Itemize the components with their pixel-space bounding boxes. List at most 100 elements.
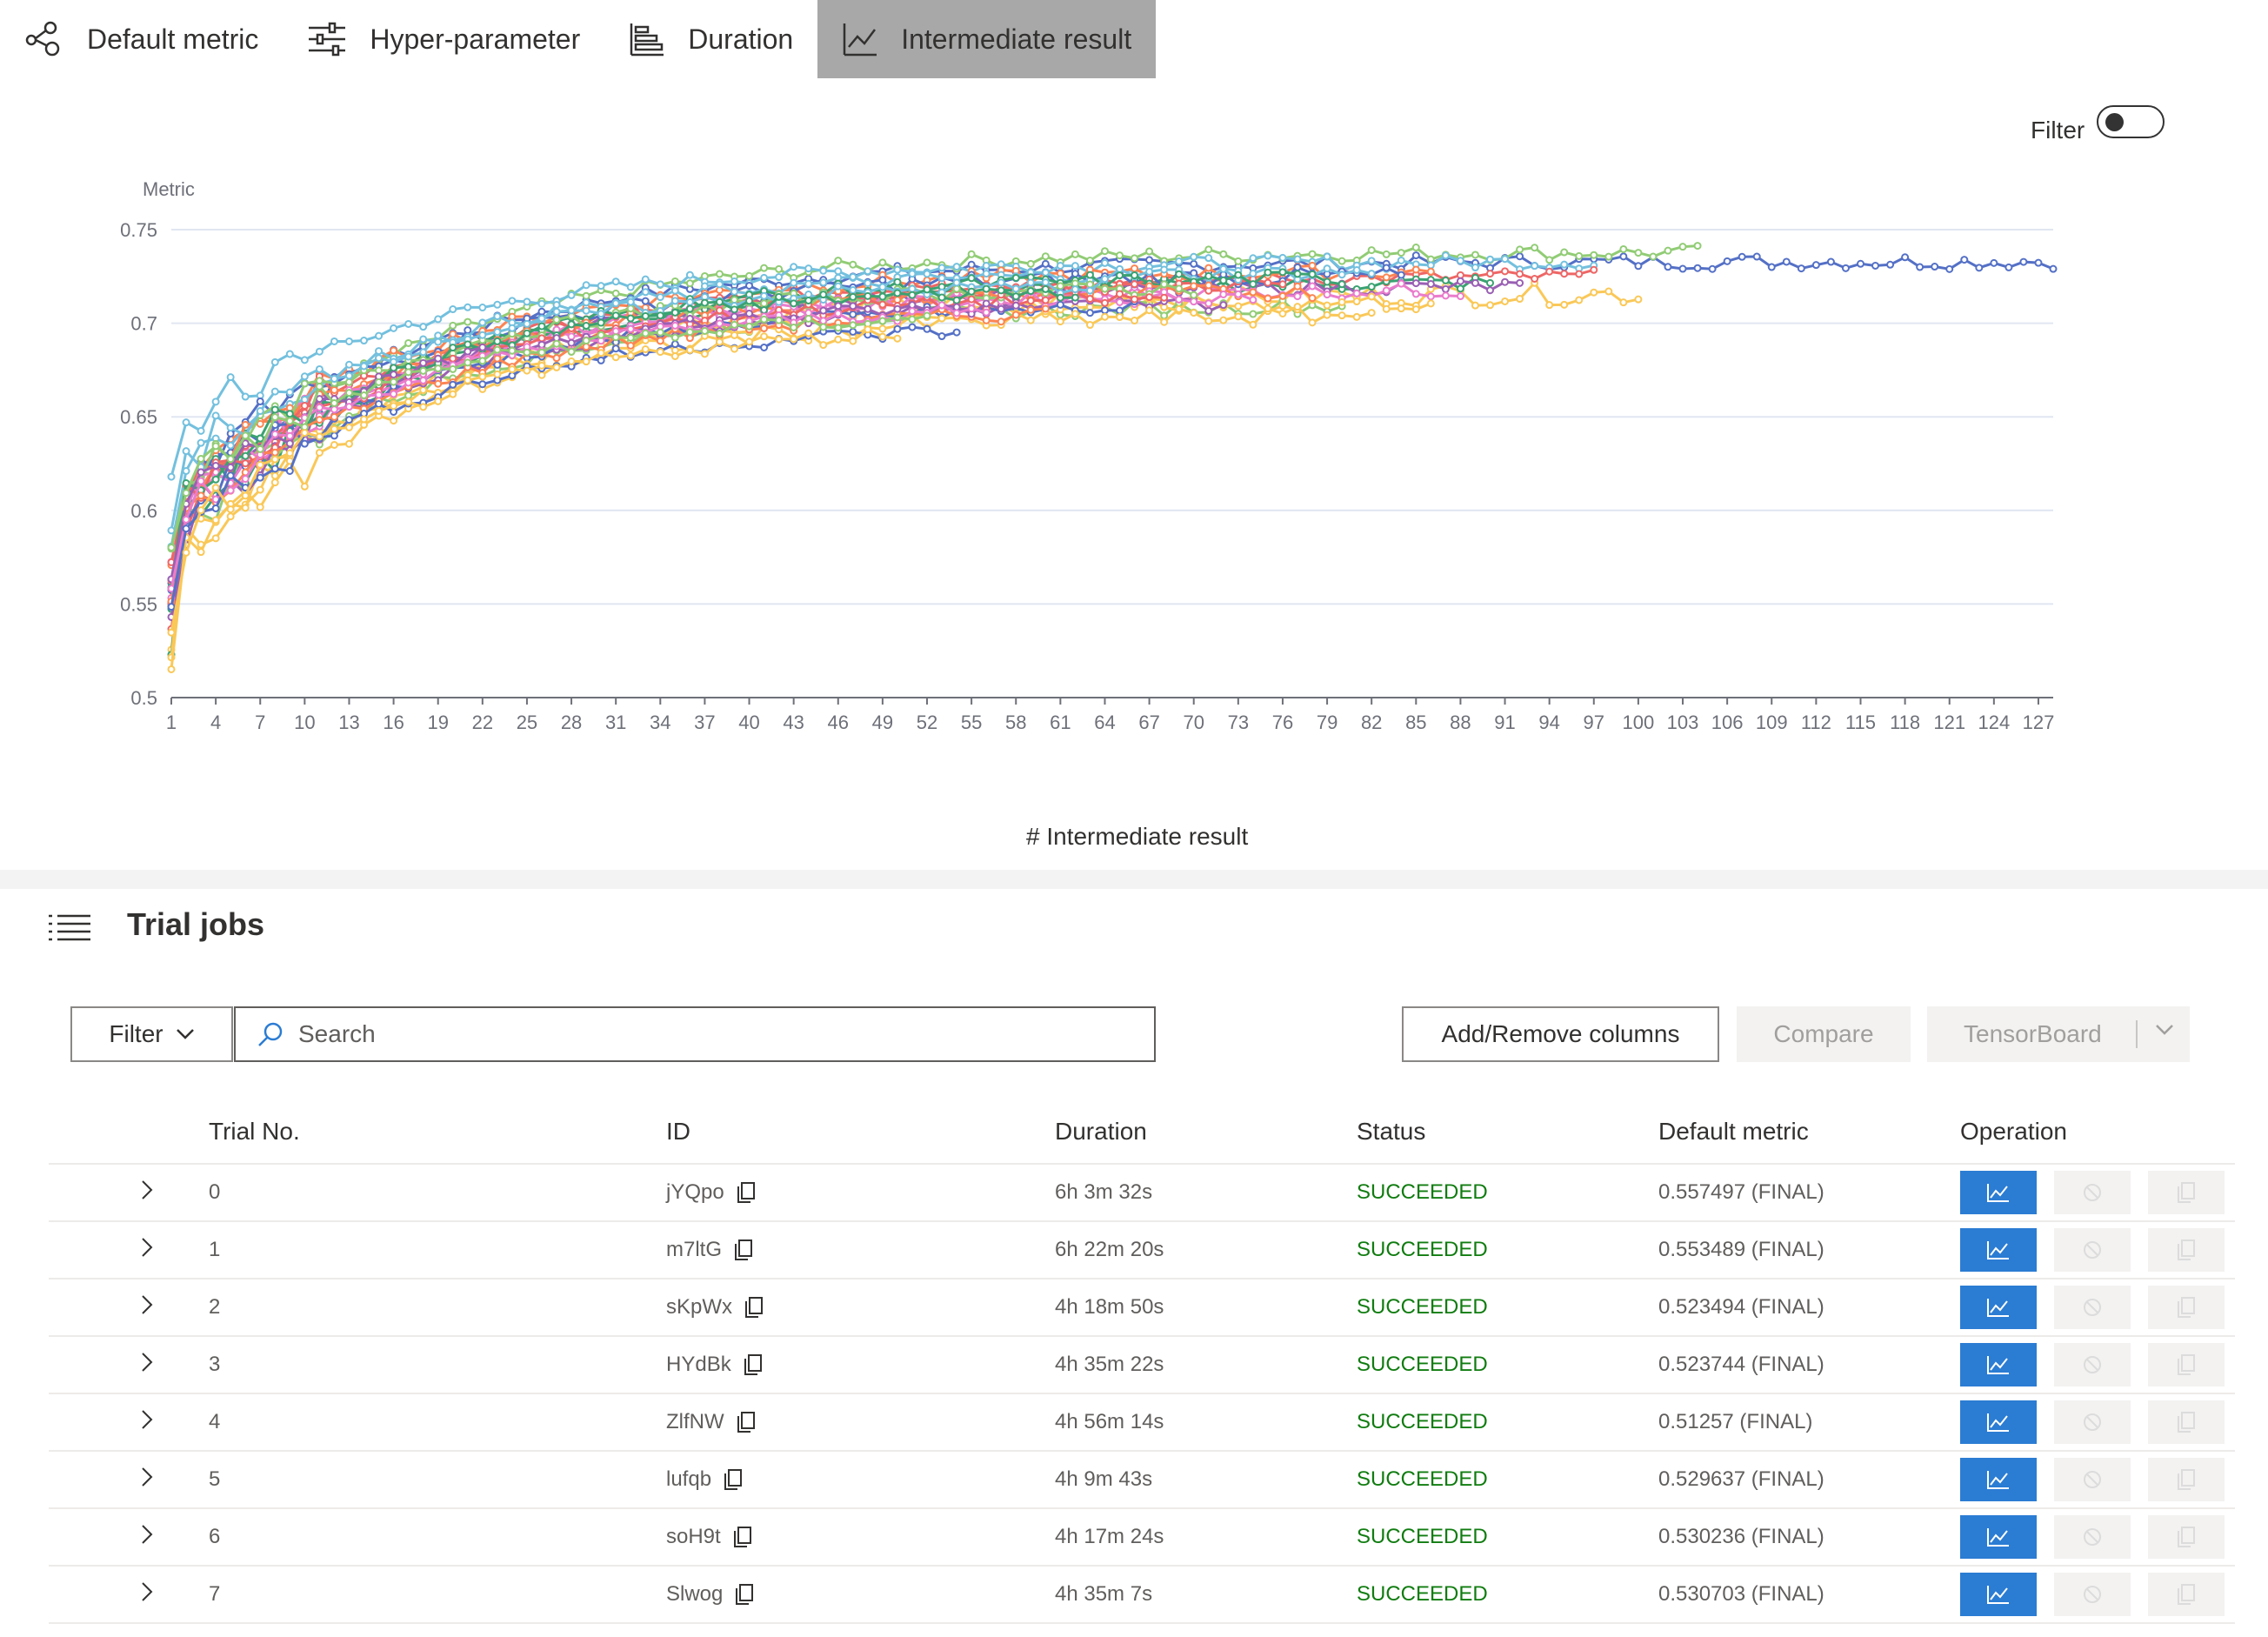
copy-trial-button[interactable] — [2148, 1573, 2225, 1616]
data-point — [1501, 267, 1510, 276]
view-trial-button[interactable] — [1960, 1400, 2037, 1444]
table-row[interactable]: 7 Slwog 4h 35m 7s SUCCEEDED 0.530703 (FINAL) — [49, 1566, 2235, 1624]
view-trial-button[interactable] — [1960, 1515, 2037, 1559]
copy-trial-button[interactable] — [2148, 1515, 2225, 1559]
copy-trial-button[interactable] — [2148, 1343, 2225, 1386]
data-point — [760, 273, 769, 282]
data-point — [1486, 286, 1495, 295]
expand-row-button[interactable] — [49, 1393, 209, 1452]
view-trial-button[interactable] — [1960, 1573, 2037, 1616]
kill-trial-button[interactable] — [2054, 1286, 2131, 1329]
expand-row-button[interactable] — [49, 1279, 209, 1337]
kill-trial-button[interactable] — [2054, 1171, 2131, 1214]
series-path — [170, 284, 1313, 581]
data-point — [864, 291, 872, 300]
compare-button[interactable]: Compare — [1737, 1006, 1911, 1062]
table-row[interactable]: 1 m7ltG 6h 22m 20s SUCCEEDED 0.553489 (FINAL… — [49, 1221, 2235, 1280]
expand-row-button[interactable] — [49, 1451, 209, 1509]
tab-duration[interactable]: Duration — [604, 0, 817, 78]
copy-icon[interactable] — [733, 1526, 752, 1548]
table-header-row: Trial No. ID Duration Status Default met… — [49, 1100, 2235, 1165]
status-cell: SUCCEEDED — [1357, 1451, 1658, 1509]
data-point — [344, 403, 353, 411]
data-point — [1975, 264, 1984, 272]
data-point — [1382, 250, 1391, 258]
tab-hyper-parameter[interactable]: Hyper-parameter — [283, 0, 604, 78]
copy-icon[interactable] — [744, 1353, 763, 1376]
table-row[interactable]: 4 ZlfNW 4h 56m 14s SUCCEEDED 0.51257 (FINAL) — [49, 1393, 2235, 1452]
data-point — [285, 431, 294, 440]
expand-row-button[interactable] — [49, 1508, 209, 1567]
data-point — [923, 270, 931, 278]
copy-icon[interactable] — [737, 1181, 756, 1204]
copy-icon[interactable] — [737, 1411, 756, 1433]
search-input[interactable]: Search — [234, 1006, 1156, 1062]
expand-row-button[interactable] — [49, 1221, 209, 1280]
expand-row-button[interactable] — [49, 1336, 209, 1394]
copy-icon[interactable] — [734, 1239, 753, 1261]
copy-icon[interactable] — [735, 1583, 754, 1606]
copy-trial-button[interactable] — [2148, 1458, 2225, 1501]
view-trial-button[interactable] — [1960, 1343, 2037, 1386]
data-point — [270, 430, 279, 438]
table-filter-button[interactable]: Filter — [70, 1006, 233, 1062]
data-point — [330, 412, 338, 421]
table-row[interactable]: 2 sKpWx 4h 18m 50s SUCCEEDED 0.523494 (FINAL… — [49, 1279, 2235, 1337]
x-tick-label: 109 — [1756, 712, 1788, 733]
data-point — [404, 338, 413, 347]
x-tick-label: 55 — [961, 712, 982, 733]
copy-trial-button[interactable] — [2148, 1171, 2225, 1214]
table-row[interactable]: 0 jYQpo 6h 3m 32s SUCCEEDED 0.557497 (FINAL) — [49, 1164, 2235, 1222]
add-remove-columns-button[interactable]: Add/Remove columns — [1402, 1006, 1719, 1062]
data-point — [344, 423, 353, 431]
kill-trial-button[interactable] — [2054, 1515, 2131, 1559]
data-point — [1352, 297, 1361, 306]
table-row[interactable]: 6 soH9t 4h 17m 24s SUCCEEDED 0.530236 (FINAL… — [49, 1508, 2235, 1567]
kill-trial-button[interactable] — [2054, 1573, 2131, 1616]
copy-icon[interactable] — [744, 1296, 764, 1319]
expand-row-button[interactable] — [49, 1566, 209, 1624]
copy-icon[interactable] — [724, 1468, 743, 1491]
table-row[interactable]: 5 lufqb 4h 9m 43s SUCCEEDED 0.529637 (FINAL) — [49, 1451, 2235, 1509]
kill-trial-button[interactable] — [2054, 1343, 2131, 1386]
trial-id-text: ZlfNW — [666, 1410, 724, 1433]
view-trial-button[interactable] — [1960, 1458, 2037, 1501]
data-point — [1634, 249, 1643, 257]
tab-label: Default metric — [87, 23, 259, 55]
chart-filter-toggle[interactable] — [2097, 105, 2165, 138]
column-header-duration[interactable]: Duration — [1055, 1100, 1357, 1165]
data-point — [256, 473, 264, 482]
data-point — [908, 323, 917, 331]
data-point — [1516, 295, 1524, 304]
data-point — [167, 628, 176, 637]
column-header-default-metric[interactable]: Default metric — [1658, 1100, 1960, 1165]
kill-trial-button[interactable] — [2054, 1400, 2131, 1444]
expand-row-button[interactable] — [49, 1164, 209, 1222]
data-point — [670, 277, 679, 285]
copy-trial-button[interactable] — [2148, 1286, 2225, 1329]
data-point — [952, 303, 961, 311]
view-trial-button[interactable] — [1960, 1286, 2037, 1329]
table-row[interactable]: 3 HYdBk 4h 35m 22s SUCCEEDED 0.523744 (FINAL… — [49, 1336, 2235, 1394]
data-point — [582, 281, 590, 290]
view-trial-button[interactable] — [1960, 1171, 2037, 1214]
data-point — [1234, 257, 1243, 265]
y-tick-label: 0.55 — [120, 593, 157, 615]
data-point — [1071, 250, 1079, 258]
data-point — [849, 272, 857, 281]
x-tick-label: 106 — [1711, 712, 1744, 733]
copy-trial-button[interactable] — [2148, 1228, 2225, 1272]
kill-trial-button[interactable] — [2054, 1458, 2131, 1501]
tab-default-metric[interactable]: Default metric — [0, 0, 283, 78]
column-header-status[interactable]: Status — [1357, 1100, 1658, 1165]
kill-trial-button[interactable] — [2054, 1228, 2131, 1272]
tab-intermediate-result[interactable]: Intermediate result — [817, 0, 1157, 78]
column-header-trial-no[interactable]: Trial No. — [209, 1100, 666, 1165]
x-tick-label: 124 — [1978, 712, 2010, 733]
data-point — [834, 267, 843, 276]
column-header-id[interactable]: ID — [666, 1100, 1055, 1165]
tensorboard-button[interactable]: TensorBoard — [1927, 1006, 2190, 1062]
data-point — [1426, 267, 1435, 276]
view-trial-button[interactable] — [1960, 1228, 2037, 1272]
copy-trial-button[interactable] — [2148, 1400, 2225, 1444]
